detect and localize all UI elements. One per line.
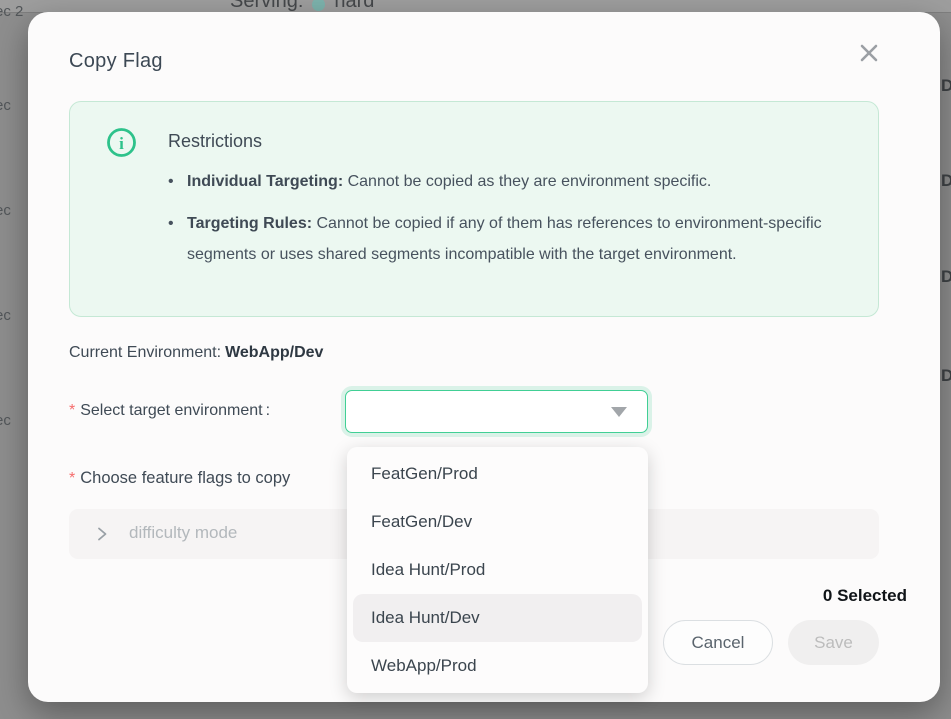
backdrop-text-fragment: De: [941, 366, 951, 386]
backdrop-text-fragment: ec: [0, 97, 11, 114]
restrictions-title: Restrictions: [168, 131, 262, 152]
required-asterisk: *: [69, 470, 75, 487]
screen: Serving: hard ec 2 ec ec ec ec De De De …: [0, 0, 951, 719]
cancel-button[interactable]: Cancel: [663, 620, 773, 665]
feature-flag-name: difficulty mode: [129, 523, 237, 543]
choose-flags-label-text: Choose feature flags to copy: [80, 469, 290, 487]
serving-status-dot-icon: [312, 0, 325, 11]
svg-text:i: i: [119, 134, 124, 153]
backdrop-text-fragment: De: [941, 171, 951, 191]
current-environment-row: Current Environment:WebApp/Dev: [69, 344, 323, 362]
backdrop-text-fragment: ec: [0, 202, 11, 219]
restriction-item-term: Targeting Rules:: [187, 215, 312, 232]
restriction-item: Targeting Rules: Cannot be copied if any…: [168, 208, 858, 270]
restriction-item: Individual Targeting: Cannot be copied a…: [168, 166, 858, 197]
dropdown-arrow-icon: [611, 407, 627, 417]
copy-flag-modal: Copy Flag i Restrictions Individual Targ…: [28, 12, 940, 702]
environment-dropdown-panel: FeatGen/Prod FeatGen/Dev Idea Hunt/Prod …: [347, 447, 648, 693]
choose-flags-label: * Choose feature flags to copy: [69, 469, 290, 488]
required-asterisk: *: [69, 402, 75, 419]
restriction-item-term: Individual Targeting:: [187, 173, 343, 190]
info-icon: i: [106, 127, 137, 163]
target-environment-colon: :: [266, 402, 270, 419]
backdrop-text-fragment: De: [941, 76, 951, 96]
save-button[interactable]: Save: [788, 620, 879, 665]
modal-title: Copy Flag: [69, 50, 163, 73]
backdrop-text-fragment: ec: [0, 307, 11, 324]
backdrop-text-fragment: ec: [0, 412, 11, 429]
close-x-glyph: [858, 42, 880, 64]
target-environment-select[interactable]: [345, 390, 648, 433]
dropdown-option[interactable]: FeatGen/Dev: [347, 498, 648, 546]
current-environment-value: WebApp/Dev: [225, 344, 323, 361]
close-icon[interactable]: [856, 40, 882, 66]
chevron-right-icon[interactable]: [94, 526, 110, 542]
current-environment-label: Current Environment:: [69, 344, 221, 361]
backdrop-text-fragment: De: [941, 267, 951, 287]
dropdown-option[interactable]: Idea Hunt/Prod: [347, 546, 648, 594]
restrictions-box: i Restrictions Individual Targeting: Can…: [69, 101, 879, 317]
dropdown-option-highlighted[interactable]: Idea Hunt/Dev: [353, 594, 642, 642]
backdrop-text-fragment: ec 2: [0, 3, 23, 20]
target-environment-label-text: Select target environment: [80, 402, 262, 419]
dropdown-option[interactable]: WebApp/Prod: [347, 642, 648, 690]
selected-count: 0 Selected: [823, 586, 907, 606]
restriction-item-text: Cannot be copied as they are environment…: [343, 173, 711, 190]
restrictions-list: Individual Targeting: Cannot be copied a…: [168, 166, 854, 281]
target-environment-label: * Select target environment:: [69, 402, 270, 420]
dropdown-option[interactable]: FeatGen/Prod: [347, 450, 648, 498]
